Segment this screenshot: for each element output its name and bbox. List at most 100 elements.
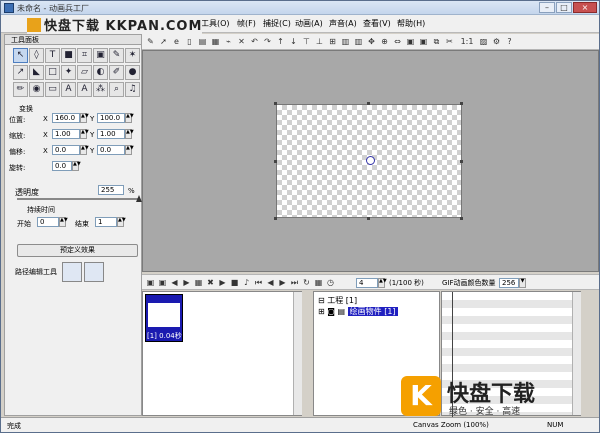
- back-icon[interactable]: ◀: [265, 277, 276, 288]
- skew-x-input[interactable]: 0.0: [52, 145, 80, 155]
- close-button[interactable]: ×: [573, 2, 597, 13]
- menu-capture[interactable]: 捕捉(C): [263, 18, 291, 29]
- loop-icon[interactable]: ↻: [301, 277, 312, 288]
- rect-icon[interactable]: □: [45, 65, 60, 80]
- grid2-icon[interactable]: ▦: [313, 277, 324, 288]
- clock-icon[interactable]: ◷: [325, 277, 336, 288]
- scale-y-spinner[interactable]: ▲▼: [125, 129, 134, 139]
- start-input[interactable]: 0: [37, 217, 59, 227]
- start-spinner[interactable]: ▲▼: [59, 217, 68, 227]
- frame-delay-spinner[interactable]: ▲▼: [378, 278, 387, 288]
- rect-fill-icon[interactable]: ■: [61, 48, 76, 63]
- path-add-icon[interactable]: [84, 262, 104, 282]
- bucket-icon[interactable]: ◐: [93, 65, 108, 80]
- up-icon[interactable]: ↑: [275, 36, 286, 47]
- handle-top-right[interactable]: [460, 102, 463, 105]
- menu-tools[interactable]: 工具(O): [201, 18, 230, 29]
- maximize-button[interactable]: □: [556, 2, 572, 13]
- menu-help[interactable]: 帮助(H): [397, 18, 425, 29]
- cursor-icon[interactable]: ➚: [158, 36, 169, 47]
- position-x-input[interactable]: 160.0: [52, 113, 80, 123]
- pen-icon[interactable]: ✎: [145, 36, 156, 47]
- clip-icon[interactable]: ✂: [444, 36, 455, 47]
- stop-icon[interactable]: ■: [229, 277, 240, 288]
- handle-top-left[interactable]: [274, 102, 277, 105]
- end-input[interactable]: 1: [95, 217, 117, 227]
- position-y-input[interactable]: 100.0: [97, 113, 125, 123]
- handle-bottom-left[interactable]: [274, 217, 277, 220]
- brush-icon[interactable]: ✐: [109, 65, 124, 80]
- new-icon[interactable]: ▯: [184, 36, 195, 47]
- scale-x-spinner[interactable]: ▲▼: [80, 129, 89, 139]
- last-icon[interactable]: ⏭: [289, 277, 300, 288]
- box2-icon[interactable]: ▣: [418, 36, 429, 47]
- rotate-tool-icon[interactable]: ◊: [29, 48, 44, 63]
- link-icon[interactable]: ⌁: [223, 36, 234, 47]
- opacity-input[interactable]: 255: [98, 185, 124, 195]
- sound-icon[interactable]: ♪: [241, 277, 252, 288]
- color-icon[interactable]: ◉: [29, 82, 44, 97]
- skew-y-spinner[interactable]: ▲▼: [125, 145, 134, 155]
- frame-copy-icon[interactable]: ▣: [157, 277, 168, 288]
- text-tool-icon[interactable]: T: [45, 48, 60, 63]
- handle-top[interactable]: [367, 102, 370, 105]
- redo-icon[interactable]: ↷: [262, 36, 273, 47]
- ie-icon[interactable]: e: [171, 36, 182, 47]
- group-icon[interactable]: ⧉: [431, 36, 442, 47]
- object-node[interactable]: ⊞ ◙ ▤ 绘画物件 [1]: [318, 306, 398, 317]
- pointer-icon[interactable]: ↖: [13, 48, 28, 63]
- zoom-icon[interactable]: ⌕: [109, 82, 124, 97]
- arrow-icon[interactable]: ◣: [29, 65, 44, 80]
- save-icon[interactable]: ▦: [210, 36, 221, 47]
- down-icon[interactable]: ↓: [288, 36, 299, 47]
- frame-list-scrollbar[interactable]: [293, 292, 302, 415]
- custom-effect-button[interactable]: 预定义效果: [17, 244, 138, 257]
- wand-icon[interactable]: ✦: [61, 65, 76, 80]
- center-point-icon[interactable]: [366, 156, 375, 165]
- menu-sound[interactable]: 声音(A): [329, 18, 357, 29]
- text-a-icon[interactable]: A: [61, 82, 76, 97]
- frame-delay-input[interactable]: 4: [356, 278, 378, 288]
- help-icon[interactable]: ?: [504, 36, 515, 47]
- skew-x-spinner[interactable]: ▲▼: [80, 145, 89, 155]
- flip-icon[interactable]: ⇔: [392, 36, 403, 47]
- gear-icon[interactable]: ⚙: [491, 36, 502, 47]
- music-icon[interactable]: ♫: [125, 82, 140, 97]
- align-icon[interactable]: ▥: [340, 36, 351, 47]
- pencil-icon[interactable]: ✏: [13, 82, 28, 97]
- rotate-input[interactable]: 0.0: [52, 161, 72, 171]
- frames-icon[interactable]: ▦: [193, 277, 204, 288]
- handle-bottom[interactable]: [367, 217, 370, 220]
- play-icon[interactable]: ▶: [217, 277, 228, 288]
- scale-y-input[interactable]: 1.00: [97, 129, 125, 139]
- end-spinner[interactable]: ▲▼: [117, 217, 126, 227]
- bottom-icon[interactable]: ⊥: [314, 36, 325, 47]
- path-edit-icon[interactable]: [62, 262, 82, 282]
- select-icon[interactable]: ↗: [13, 65, 28, 80]
- forward-icon[interactable]: ▶: [277, 277, 288, 288]
- canvas-area[interactable]: [142, 50, 599, 272]
- spray-icon[interactable]: ⁂: [93, 82, 108, 97]
- node-icon[interactable]: ⊕: [379, 36, 390, 47]
- handle-bottom-right[interactable]: [460, 217, 463, 220]
- move-icon[interactable]: ✥: [366, 36, 377, 47]
- frame-add-icon[interactable]: ▣: [145, 277, 156, 288]
- menu-animation[interactable]: 动画(A): [295, 18, 323, 29]
- first-icon[interactable]: ⏮: [253, 277, 264, 288]
- scale-x-input[interactable]: 1.00: [52, 129, 80, 139]
- handle-left[interactable]: [274, 160, 277, 163]
- gif-color-dropdown[interactable]: ▼: [519, 278, 526, 288]
- eyedrop-icon[interactable]: ✎: [109, 48, 124, 63]
- menu-view[interactable]: 查看(V): [363, 18, 391, 29]
- opacity-slider[interactable]: [17, 195, 142, 202]
- handle-right[interactable]: [460, 160, 463, 163]
- undo-icon[interactable]: ↶: [249, 36, 260, 47]
- frame-icon[interactable]: ▭: [45, 82, 60, 97]
- paint-icon[interactable]: ▣: [93, 48, 108, 63]
- frame-item[interactable]: [1] 0.04秒: [145, 294, 183, 342]
- gif-color-select[interactable]: 256: [499, 278, 519, 288]
- drop-icon[interactable]: ●: [125, 65, 140, 80]
- top-icon[interactable]: ⊤: [301, 36, 312, 47]
- open-icon[interactable]: ▤: [197, 36, 208, 47]
- minimize-button[interactable]: –: [539, 2, 555, 13]
